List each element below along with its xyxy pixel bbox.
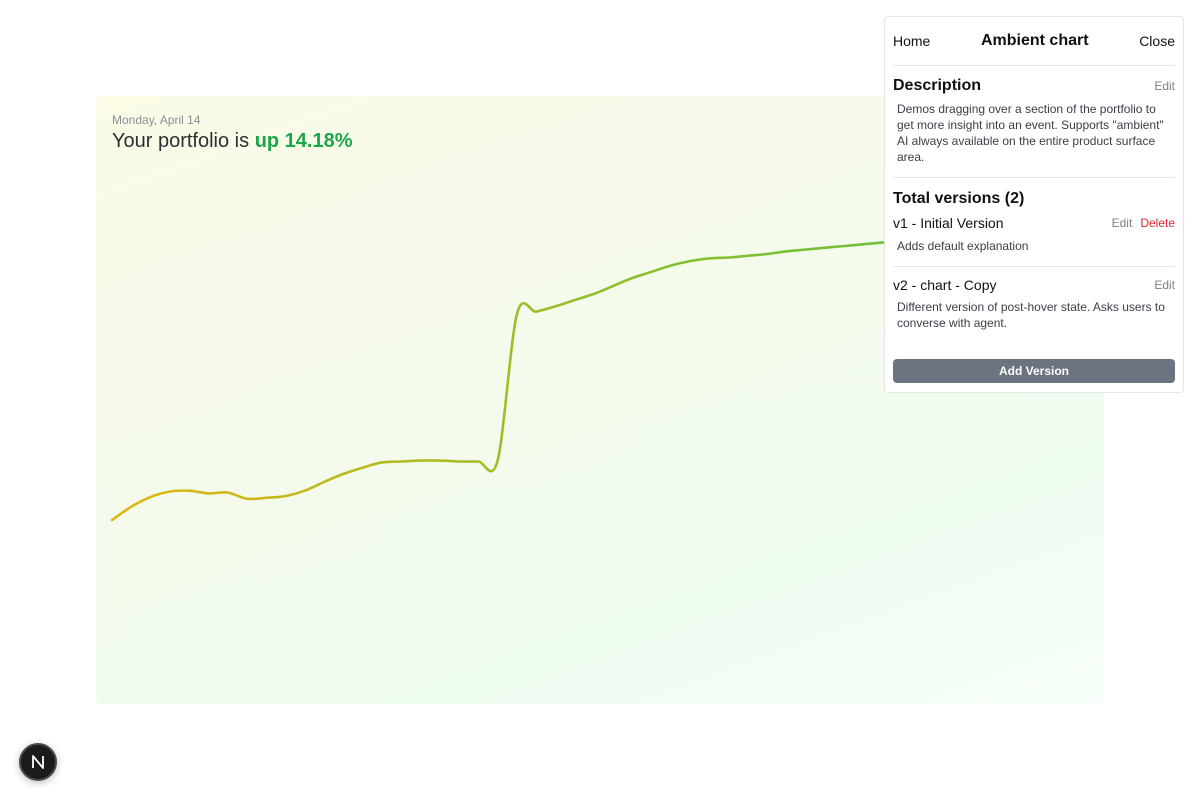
edit-version-button[interactable]: Edit: [1112, 216, 1133, 230]
edit-description-button[interactable]: Edit: [1154, 79, 1175, 93]
version-item-header: v2 - chart - Copy Edit: [893, 277, 1175, 293]
nextjs-dev-badge[interactable]: [19, 743, 57, 781]
version-name: v2 - chart - Copy: [893, 277, 997, 293]
version-description: Adds default explanation: [897, 239, 1029, 253]
version-panel: Home Ambient chart Close Description Edi…: [884, 16, 1184, 393]
versions-heading: Total versions (2): [893, 190, 1025, 207]
delete-version-button[interactable]: Delete: [1140, 216, 1175, 230]
version-actions: Edit Delete: [1112, 214, 1175, 232]
version-item-header: v1 - Initial Version Edit Delete: [893, 214, 1175, 232]
description-text: Demos dragging over a section of the por…: [897, 102, 1164, 164]
description-header: Description Edit: [893, 77, 1175, 95]
version-name: v1 - Initial Version: [893, 215, 1004, 231]
home-link[interactable]: Home: [893, 33, 930, 49]
version-item: v1 - Initial Version Edit Delete Adds def…: [893, 208, 1175, 267]
add-version-button[interactable]: Add Version: [893, 359, 1175, 383]
close-button[interactable]: Close: [1139, 33, 1175, 49]
edit-version-button[interactable]: Edit: [1154, 278, 1175, 292]
nextjs-logo-icon: [32, 755, 44, 769]
panel-title: Ambient chart: [980, 32, 1089, 49]
description-heading: Description: [893, 77, 982, 94]
version-item: v2 - chart - Copy Edit Different version…: [893, 267, 1175, 331]
versions-section: Total versions (2) v1 - Initial Version …: [893, 178, 1175, 383]
panel-header: Home Ambient chart Close: [893, 17, 1175, 66]
description-section: Description Edit Demos dragging over a s…: [893, 66, 1175, 178]
version-description: Different version of post-hover state. A…: [897, 300, 1165, 330]
